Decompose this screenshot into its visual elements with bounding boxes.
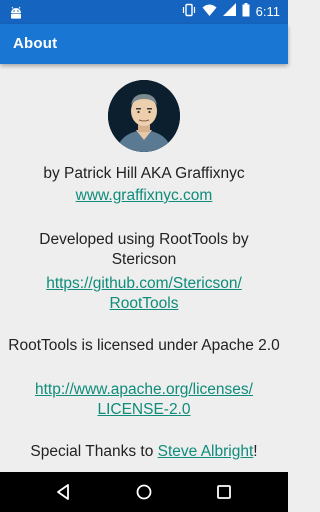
status-bar: 6:11 [0,0,288,24]
license-link-line2[interactable]: LICENSE-2.0 [97,401,190,418]
github-link-line1[interactable]: https://github.com/Stericson/ [46,275,242,292]
signal-icon [222,2,236,22]
page-title: About [13,35,58,52]
license-link[interactable]: http://www.apache.org/licenses/ LICENSE-… [8,380,280,420]
android-icon [8,4,24,20]
thanks-text: Special Thanks to Steve Albright! [8,442,280,462]
about-content: by Patrick Hill AKA Graffixnyc www.graff… [0,64,288,472]
home-icon[interactable] [132,480,156,504]
thanks-prefix: Special Thanks to [30,443,158,460]
vibrate-icon [182,3,196,22]
github-link-line2[interactable]: RootTools [110,295,179,312]
back-icon[interactable] [52,480,76,504]
thanks-suffix: ! [253,443,258,460]
thanks-name-link[interactable]: Steve Albright [158,443,254,460]
developed-text: Developed using RootTools by Stericson [39,231,249,268]
recents-icon[interactable] [212,480,236,504]
author-website-link[interactable]: www.graffixnyc.com [76,187,213,204]
app-bar: About [0,24,288,64]
battery-icon [242,2,250,22]
license-link-line1[interactable]: http://www.apache.org/licenses/ [35,381,253,398]
status-time: 6:11 [255,4,280,19]
wifi-icon [202,3,217,22]
author-avatar [108,80,180,152]
navigation-bar [0,472,288,512]
author-text: by Patrick Hill AKA Graffixnyc [43,165,245,182]
github-link[interactable]: https://github.com/Stericson/ RootTools [8,274,280,314]
license-text: RootTools is licensed under Apache 2.0 [8,337,280,354]
